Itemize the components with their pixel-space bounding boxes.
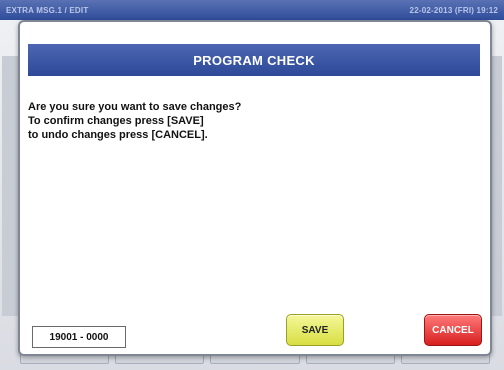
title-bar: EXTRA MSG.1 / EDIT 22-02-2013 (FRI) 19:1… <box>0 0 504 20</box>
message-line: Are you sure you want to save changes? <box>28 101 242 113</box>
save-button[interactable]: SAVE <box>286 314 344 346</box>
dialog-title: PROGRAM CHECK <box>28 44 480 76</box>
message-line: to undo changes press [CANCEL]. <box>28 129 208 141</box>
datetime-readout: 22-02-2013 (FRI) 19:12 <box>409 5 498 15</box>
message-line: To confirm changes press [SAVE] <box>28 115 204 127</box>
cancel-button[interactable]: CANCEL <box>424 314 482 346</box>
program-check-dialog: PROGRAM CHECK Are you sure you want to s… <box>18 20 492 356</box>
screen-title: EXTRA MSG.1 / EDIT <box>6 5 89 15</box>
program-code-field: 19001 - 0000 <box>32 326 126 348</box>
dialog-message: Are you sure you want to save changes? T… <box>28 100 468 142</box>
